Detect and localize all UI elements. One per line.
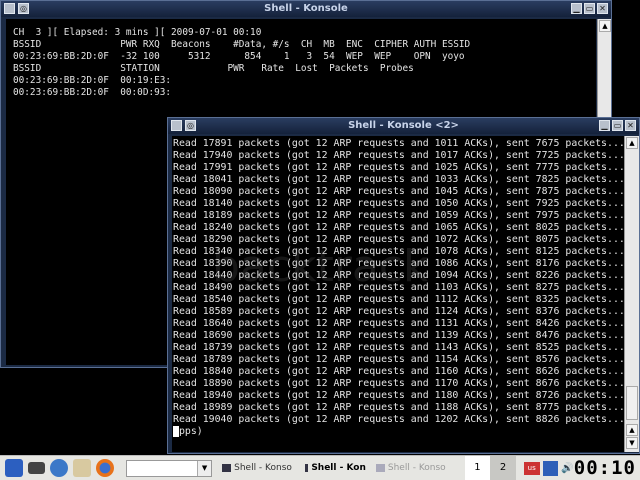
terminal-line: CH 3 ][ Elapsed: 3 mins ][ 2009-07-01 00… <box>13 27 262 38</box>
close-button[interactable]: ✕ <box>625 120 636 131</box>
scroll-up-icon[interactable]: ▲ <box>599 20 611 32</box>
network-globe-icon[interactable] <box>50 459 69 477</box>
scrollbar[interactable]: ▲ ▲ ▼ <box>624 136 639 452</box>
terminal-line: Read 18589 packets (got 12 ARP requests … <box>173 306 624 317</box>
konsole-icon <box>375 464 385 472</box>
minimize-button[interactable]: ▁ <box>599 120 610 131</box>
scroll-down-icon[interactable]: ▼ <box>626 437 638 449</box>
taskbar: ▼ Shell - Konso Shell - Kon Shell - Kons… <box>0 455 640 480</box>
terminal-line: Read 18840 packets (got 12 ARP requests … <box>173 366 624 377</box>
sticky-icon[interactable]: ◎ <box>18 3 29 14</box>
terminal-prompt-line: pps) <box>173 426 623 438</box>
terminal-line: Read 17891 packets (got 12 ARP requests … <box>173 138 624 149</box>
maximize-button[interactable]: ▭ <box>584 3 595 14</box>
network-monitor-icon[interactable] <box>542 460 559 476</box>
terminal-icon[interactable] <box>27 462 46 474</box>
firefox-icon[interactable] <box>95 459 114 477</box>
terminal-line: Read 18340 packets (got 12 ARP requests … <box>173 246 624 257</box>
terminal-line: Read 18789 packets (got 12 ARP requests … <box>173 354 624 365</box>
terminal-line: Read 18290 packets (got 12 ARP requests … <box>173 234 624 245</box>
terminal-line: Read 18890 packets (got 12 ARP requests … <box>173 378 624 389</box>
scroll-up-icon[interactable]: ▲ <box>626 424 638 436</box>
title-bar[interactable]: ◎ Shell - Konsole ▁ ▭ ✕ <box>1 1 611 17</box>
desktop-2[interactable]: 2 <box>490 456 516 480</box>
terminal-line: BSSID PWR RXQ Beacons #Data, #/s CH MB E… <box>13 39 471 50</box>
kde-menu-icon[interactable] <box>5 459 23 477</box>
chevron-down-icon[interactable]: ▼ <box>197 460 212 476</box>
konsole-icon <box>222 464 232 472</box>
terminal-line: BSSID STATION PWR Rate Lost Packets Prob… <box>13 63 414 74</box>
clock[interactable]: 00:10 <box>574 457 636 479</box>
terminal-line: 00:23:69:BB:2D:0F 00:0D:93: <box>13 87 172 98</box>
prompt-text: pps) <box>178 426 203 437</box>
terminal-line: Read 18189 packets (got 12 ARP requests … <box>173 210 624 221</box>
konsole-window-2: ◎ Shell - Konsole <2> ▁ ▭ ✕ backtrack Read … <box>167 117 640 454</box>
terminal-line: Read 18739 packets (got 12 ARP requests … <box>173 342 624 353</box>
terminal-line: Read 19040 packets (got 12 ARP requests … <box>173 414 624 425</box>
terminal-line: Read 18390 packets (got 12 ARP requests … <box>173 258 624 269</box>
scroll-thumb[interactable] <box>626 386 638 420</box>
terminal-line: 00:23:69:BB:2D:0F 00:19:E3: <box>13 75 172 86</box>
scroll-up-icon[interactable]: ▲ <box>626 137 638 149</box>
konsole-icon <box>304 464 309 472</box>
sticky-icon[interactable]: ◎ <box>185 120 196 131</box>
terminal-line: Read 18090 packets (got 12 ARP requests … <box>173 186 624 197</box>
terminal-line: Read 18240 packets (got 12 ARP requests … <box>173 222 624 233</box>
maximize-button[interactable]: ▭ <box>612 120 623 131</box>
terminal-output[interactable]: backtrack Read 17891 packets (got 12 ARP … <box>172 136 624 452</box>
window-title: Shell - Konsole <box>264 3 348 14</box>
terminal-line: Read 18041 packets (got 12 ARP requests … <box>173 174 624 185</box>
terminal-line: Read 18140 packets (got 12 ARP requests … <box>173 198 624 209</box>
window-menu-icon[interactable] <box>4 3 15 14</box>
title-bar[interactable]: ◎ Shell - Konsole <2> ▁ ▭ ✕ <box>168 118 639 134</box>
close-button[interactable]: ✕ <box>597 3 608 14</box>
terminal-line: Read 18490 packets (got 12 ARP requests … <box>173 282 624 293</box>
taskbar-task[interactable]: Shell - Konso <box>375 463 449 473</box>
terminal-line: Read 17991 packets (got 12 ARP requests … <box>173 162 624 173</box>
window-menu-icon[interactable] <box>171 120 182 131</box>
editor-icon[interactable] <box>73 459 91 477</box>
volume-icon[interactable]: 🔊 <box>561 463 573 474</box>
terminal-line: Read 18640 packets (got 12 ARP requests … <box>173 318 624 329</box>
minimize-button[interactable]: ▁ <box>571 3 582 14</box>
terminal-line: Read 18540 packets (got 12 ARP requests … <box>173 294 624 305</box>
terminal-line: Read 18440 packets (got 12 ARP requests … <box>173 270 624 281</box>
terminal-line: Read 17940 packets (got 12 ARP requests … <box>173 150 624 161</box>
taskbar-task-active[interactable]: Shell - Kon <box>304 463 366 473</box>
taskbar-task[interactable]: Shell - Konso <box>222 463 295 473</box>
terminal-line: 00:23:69:BB:2D:0F -32 100 5312 854 1 3 5… <box>13 51 465 62</box>
command-combo-box[interactable]: ▼ <box>125 459 213 477</box>
terminal-line: Read 18940 packets (got 12 ARP requests … <box>173 390 624 401</box>
keyboard-layout-flag[interactable]: us <box>523 461 540 475</box>
desktop-1[interactable]: 1 <box>464 456 491 480</box>
window-title: Shell - Konsole <2> <box>348 120 459 131</box>
terminal-line: Read 18690 packets (got 12 ARP requests … <box>173 330 624 341</box>
terminal-line: Read 18989 packets (got 12 ARP requests … <box>173 402 624 413</box>
